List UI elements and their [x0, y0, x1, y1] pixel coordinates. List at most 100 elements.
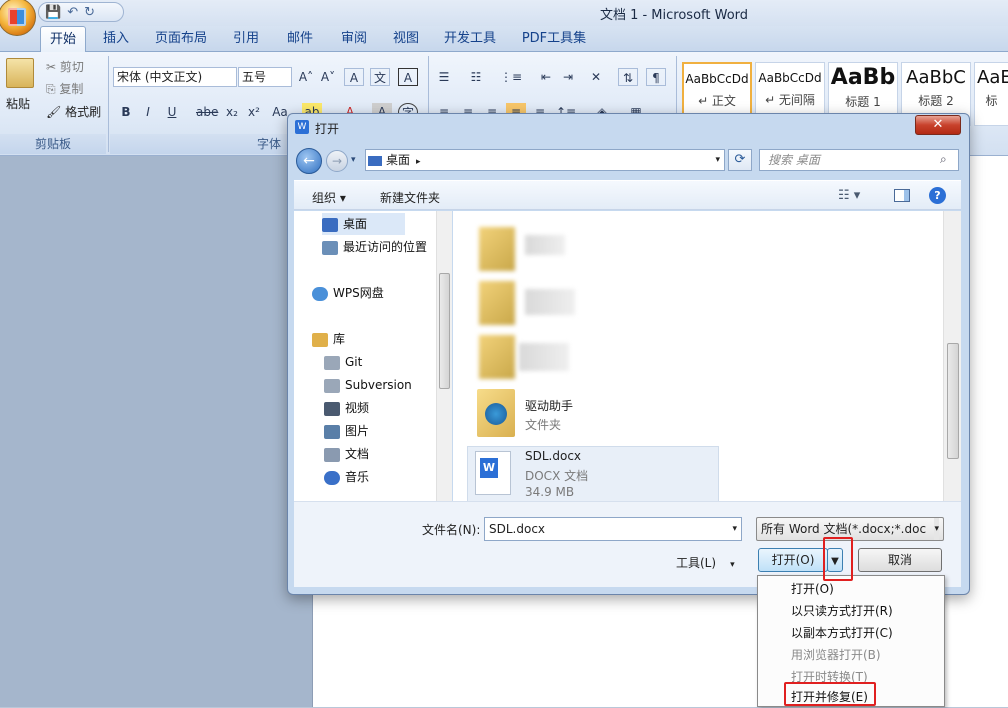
folder-icon[interactable]: [479, 227, 515, 271]
tools-button[interactable]: 工具(L) ▾: [676, 554, 735, 571]
nav-item-label: 音乐: [345, 470, 370, 484]
strikethrough-icon[interactable]: abe: [196, 103, 218, 121]
office-logo-icon: [8, 8, 26, 26]
nav-item-label: Subversion: [345, 378, 412, 392]
folder-icon[interactable]: [479, 281, 515, 325]
nav-item-desktop[interactable]: 桌面: [322, 213, 406, 235]
style-title[interactable]: AaE 标: [974, 62, 1008, 126]
char-scaling-icon[interactable]: ✕: [586, 68, 606, 86]
nav-scrollbar[interactable]: [436, 211, 452, 501]
paste-icon[interactable]: [6, 58, 34, 88]
grow-font-icon[interactable]: A˄: [296, 68, 316, 86]
filename-input[interactable]: SDL.docx ▾: [484, 517, 742, 541]
close-button[interactable]: ✕: [915, 115, 961, 135]
file-type-value: 所有 Word 文档(*.docx;*.doc: [761, 522, 927, 536]
nav-item-videos[interactable]: 视频: [324, 397, 369, 419]
nav-item-label: WPS网盘: [333, 286, 384, 300]
file-scrollbar[interactable]: [943, 211, 961, 501]
file-name[interactable]: SDL.docx: [525, 449, 581, 463]
new-folder-button[interactable]: 新建文件夹: [380, 189, 440, 206]
superscript-icon[interactable]: x²: [244, 103, 264, 121]
increase-indent-icon[interactable]: ⇥: [558, 68, 578, 86]
nav-item-music[interactable]: 音乐: [324, 466, 369, 488]
font-name-select[interactable]: 宋体 (中文正文): [113, 67, 237, 87]
tab-insert[interactable]: 插入: [94, 26, 138, 52]
decrease-indent-icon[interactable]: ⇤: [536, 68, 556, 86]
char-border-icon[interactable]: A: [398, 68, 418, 86]
underline-icon[interactable]: U: [162, 103, 182, 121]
forward-arrow-icon[interactable]: →: [326, 150, 348, 172]
window-title: 文档 1 - Microsoft Word: [599, 8, 749, 23]
multilevel-list-icon[interactable]: ⋮≡: [500, 68, 522, 86]
format-painter-button[interactable]: 🖌 格式刷: [46, 103, 101, 120]
menu-item-open-copy[interactable]: 以副本方式打开(C): [758, 622, 944, 644]
organize-button[interactable]: 组织 ▾: [312, 189, 346, 206]
italic-icon[interactable]: I: [138, 103, 158, 121]
phonetic-guide-icon[interactable]: 文: [370, 68, 390, 86]
cut-button[interactable]: ✂ 剪切: [46, 58, 84, 75]
filename-dropdown-icon[interactable]: ▾: [732, 518, 737, 540]
breadcrumb-arrow-icon[interactable]: ▸: [416, 157, 421, 167]
address-segment[interactable]: 桌面: [386, 153, 410, 167]
style-name: ↵ 无间隔: [765, 93, 815, 107]
nav-scrollbar-thumb[interactable]: [439, 273, 450, 389]
file-name[interactable]: 驱动助手: [525, 397, 573, 414]
nav-item-libraries[interactable]: 库: [312, 328, 345, 350]
tab-page-layout[interactable]: 页面布局: [148, 26, 214, 52]
navigation-pane: 桌面 最近访问的位置 WPS网盘 库 Git Subversion 视频 图片 …: [294, 211, 452, 501]
paste-button[interactable]: 粘贴: [6, 95, 30, 112]
driver-icon: [485, 403, 507, 425]
tab-view[interactable]: 视图: [384, 26, 428, 52]
font-size-select[interactable]: 五号: [238, 67, 292, 87]
nav-item-subversion[interactable]: Subversion: [324, 374, 412, 396]
nav-item-pictures[interactable]: 图片: [324, 420, 369, 442]
file-size: 34.9 MB: [525, 485, 575, 499]
subscript-icon[interactable]: x₂: [222, 103, 242, 121]
nav-item-wps-cloud[interactable]: WPS网盘: [312, 282, 384, 304]
blurred-name: [525, 289, 575, 315]
address-dropdown-icon[interactable]: ▾: [715, 150, 720, 170]
blurred-name: [519, 343, 569, 371]
library-icon: [312, 332, 328, 347]
help-icon[interactable]: ?: [929, 187, 946, 204]
file-type-dropdown-icon[interactable]: ▾: [934, 518, 939, 540]
clipboard-group-label: 剪贴板: [0, 134, 106, 154]
tab-developer[interactable]: 开发工具: [436, 26, 504, 52]
cancel-button[interactable]: 取消: [858, 548, 942, 572]
numbering-icon[interactable]: ☷: [466, 68, 486, 86]
address-bar[interactable]: 桌面 ▸ ▾: [365, 149, 725, 171]
menu-item-open[interactable]: 打开(O): [758, 578, 944, 600]
menu-item-open-readonly[interactable]: 以只读方式打开(R): [758, 600, 944, 622]
tab-mailings[interactable]: 邮件: [278, 26, 322, 52]
folder-icon[interactable]: [479, 335, 515, 379]
style-sample: AaBbCcDd: [758, 71, 822, 85]
menu-item-open-browser: 用浏览器打开(B): [791, 648, 881, 662]
copy-button[interactable]: ⎘ 复制: [46, 80, 83, 97]
show-marks-icon[interactable]: ¶: [646, 68, 666, 86]
history-dropdown-icon[interactable]: ▾: [351, 155, 356, 165]
sort-icon[interactable]: ⇅: [618, 68, 638, 86]
file-scrollbar-thumb[interactable]: [947, 343, 959, 459]
nav-item-documents[interactable]: 文档: [324, 443, 369, 465]
shrink-font-icon[interactable]: A˅: [318, 68, 338, 86]
style-sample: AaE: [977, 67, 1008, 88]
style-sample: AaBbCcDd: [685, 72, 749, 86]
search-input[interactable]: 搜索 桌面: [759, 149, 959, 171]
open-button[interactable]: 打开(O): [758, 548, 828, 572]
tab-references[interactable]: 引用: [224, 26, 268, 52]
view-options-icon[interactable]: ☷ ▾: [838, 188, 860, 203]
refresh-icon[interactable]: ⟳: [728, 149, 752, 171]
nav-item-recent[interactable]: 最近访问的位置: [322, 236, 427, 258]
back-arrow-icon[interactable]: ←: [296, 148, 322, 174]
tab-pdf-tools[interactable]: PDF工具集: [514, 26, 594, 52]
nav-item-git[interactable]: Git: [324, 351, 362, 373]
preview-pane-icon[interactable]: [894, 189, 910, 202]
folder-icon[interactable]: [477, 389, 515, 437]
bold-icon[interactable]: B: [116, 103, 136, 121]
word-icon: W: [480, 458, 498, 478]
tab-review[interactable]: 审阅: [332, 26, 376, 52]
tab-home[interactable]: 开始: [40, 26, 86, 53]
clear-format-icon[interactable]: A: [344, 68, 364, 86]
bullets-icon[interactable]: ☰: [434, 68, 454, 86]
music-icon: [324, 470, 340, 485]
